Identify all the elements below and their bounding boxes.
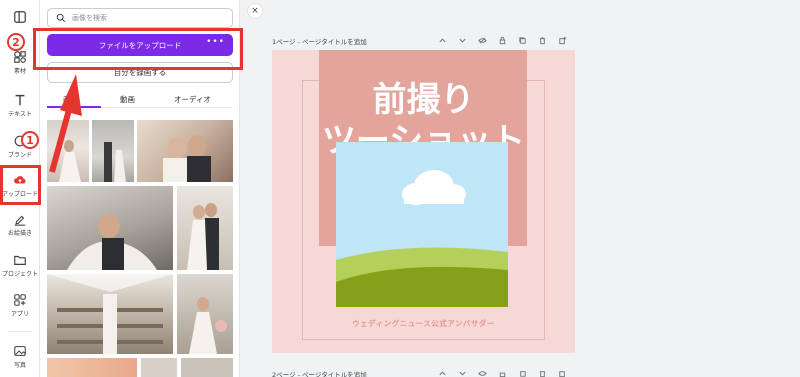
image-placeholder[interactable] [336, 142, 508, 307]
rail-label: 素材 [13, 68, 26, 75]
upload-thumbnail[interactable] [177, 186, 233, 270]
rail-item-apps[interactable]: アプリ [0, 293, 40, 318]
rail-label: お絵描き [7, 230, 32, 237]
arrow-annotation-icon [49, 74, 82, 173]
close-icon: × [251, 6, 259, 16]
rail-item-draw[interactable]: お絵描き [0, 212, 40, 237]
lock-page-button[interactable] [492, 33, 512, 47]
chevron-up-icon [438, 37, 446, 42]
upload-thumbnail[interactable] [181, 358, 233, 377]
step-badge-2: 2 [7, 33, 25, 51]
folder-icon [14, 255, 26, 265]
rail-item-photos[interactable]: 写真 [0, 344, 40, 369]
step-badge-1: 1 [21, 131, 39, 149]
rail-item-projects[interactable]: プロジェクト [0, 253, 40, 278]
page-toolbar [432, 366, 572, 377]
tab-audio[interactable]: オーディオ [174, 94, 211, 105]
hide-page-button[interactable] [472, 33, 492, 47]
lock-page-button[interactable] [492, 366, 512, 377]
upload-thumbnail[interactable] [141, 358, 177, 377]
chevron-up-icon [438, 370, 446, 375]
tab-videos[interactable]: 動画 [120, 94, 135, 105]
duplicate-page-button[interactable] [512, 366, 532, 377]
chevron-down-icon [458, 38, 466, 43]
text-icon [15, 94, 25, 106]
rail-item-text[interactable]: テキスト [0, 93, 40, 118]
eye-off-icon [477, 370, 487, 376]
lock-icon [499, 372, 505, 377]
add-page-button[interactable] [552, 366, 572, 377]
photo-couple-icon [67, 214, 157, 270]
upload-thumbnail[interactable] [47, 358, 137, 377]
add-page-icon [558, 370, 565, 377]
editor-root: 素材 テキスト ブランド アップロード お絵描き プロジェクト アプリ 写真 画… [0, 0, 800, 377]
upload-thumbnail[interactable] [47, 186, 173, 270]
upload-thumbnail[interactable] [92, 120, 134, 182]
highlight-upload-button [33, 28, 243, 70]
add-page-icon [558, 36, 566, 44]
rail-item-design[interactable] [0, 10, 40, 24]
copy-icon [519, 370, 526, 377]
page-title[interactable]: 2ページ - ページタイトルを追加 [272, 369, 367, 377]
photo-chapel-icon [47, 274, 173, 354]
photo-couple-icon [104, 142, 126, 182]
add-page-button[interactable] [552, 33, 572, 47]
photo-icon [14, 346, 26, 356]
duplicate-page-button[interactable] [512, 33, 532, 47]
rail-label: ブランド [7, 152, 32, 159]
photo-couple-icon [187, 203, 219, 270]
apps-icon [14, 294, 26, 306]
search-placeholder: 画像を検索 [72, 14, 107, 22]
page-title[interactable]: 1ページ - ページタイトルを追加 [272, 36, 367, 46]
eye-off-icon [477, 36, 487, 44]
rail-label: プロジェクト [1, 271, 38, 278]
hide-page-button[interactable] [472, 366, 492, 377]
shapes-icon [14, 51, 26, 63]
lock-icon [499, 36, 505, 44]
pen-icon [14, 215, 26, 226]
move-page-up-button[interactable] [432, 33, 452, 47]
upload-thumbnail[interactable] [177, 274, 233, 354]
move-page-up-button[interactable] [432, 366, 452, 377]
layout-icon [14, 11, 26, 23]
rail-label: テキスト [8, 111, 32, 118]
delete-page-button[interactable] [532, 366, 552, 377]
rail-label: 写真 [13, 362, 26, 369]
photo-couple-icon [163, 135, 211, 182]
upload-thumbnail[interactable] [137, 120, 233, 182]
search-input[interactable]: 画像を検索 [47, 8, 233, 28]
delete-page-button[interactable] [532, 33, 552, 47]
close-panel-button[interactable]: × [247, 3, 263, 19]
upload-thumbnail[interactable] [47, 274, 173, 354]
trash-icon [539, 370, 545, 377]
design-footer-text[interactable]: ウェディングニュース公式アンバサダー [272, 318, 575, 329]
design-canvas-page[interactable]: 前撮り ツーショット ウェディングニュース公式アンバサダー [272, 50, 575, 353]
page-toolbar [432, 33, 572, 47]
copy-icon [518, 36, 526, 44]
chevron-down-icon [458, 371, 466, 376]
photo-couple-icon [189, 297, 227, 354]
highlight-uploads-rail [0, 165, 41, 205]
move-page-down-button[interactable] [452, 366, 472, 377]
rail-label: アプリ [10, 311, 29, 318]
trash-icon [539, 36, 545, 44]
move-page-down-button[interactable] [452, 33, 472, 47]
rail-divider [8, 331, 32, 332]
search-icon [56, 13, 66, 23]
